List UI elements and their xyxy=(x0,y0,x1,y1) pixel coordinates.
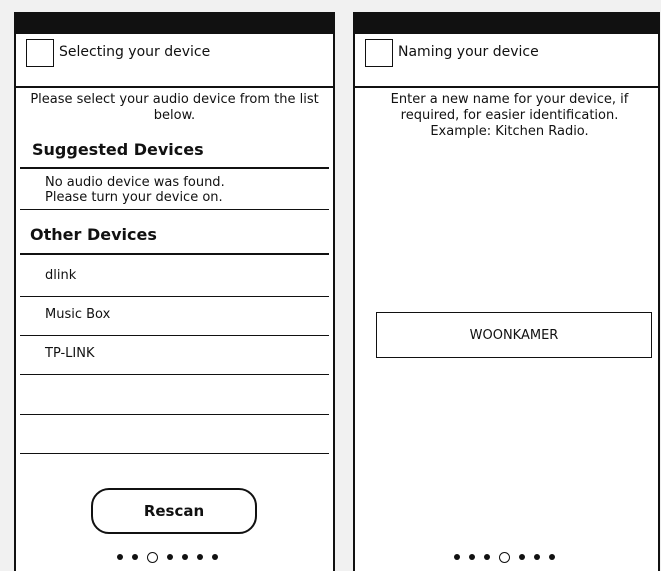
device-list-item-tp-link[interactable]: TP-LINK xyxy=(20,336,329,375)
divider xyxy=(20,167,329,169)
page-title: Naming your device xyxy=(398,44,539,60)
page-dot-current xyxy=(147,551,158,563)
page-dot xyxy=(519,554,525,560)
suggested-devices-header: Suggested Devices xyxy=(32,140,204,159)
device-naming-screen: Naming your device Enter a new name for … xyxy=(353,12,660,571)
divider xyxy=(20,253,329,255)
device-list-item-empty[interactable] xyxy=(20,376,329,415)
back-icon[interactable] xyxy=(26,39,54,67)
divider xyxy=(20,209,329,210)
page-dot xyxy=(484,554,490,560)
page-dot xyxy=(197,554,203,560)
device-name: dlink xyxy=(45,268,77,283)
title-bar: Naming your device xyxy=(355,34,658,88)
title-bar: Selecting your device xyxy=(16,34,333,88)
page-dot xyxy=(117,554,123,560)
page-title: Selecting your device xyxy=(59,44,211,60)
rescan-button[interactable]: Rescan xyxy=(91,488,257,534)
page-dot xyxy=(167,554,173,560)
status-bar xyxy=(16,12,333,34)
no-device-message: No audio device was found. Please turn y… xyxy=(45,175,225,205)
page-dot xyxy=(182,554,188,560)
instructions-text: Please select your audio device from the… xyxy=(30,92,319,123)
device-name: Music Box xyxy=(45,307,111,322)
page-indicator xyxy=(454,549,555,565)
device-list-item-empty[interactable] xyxy=(20,415,329,454)
page-indicator xyxy=(117,549,218,565)
instructions-text: Enter a new name for your device, if req… xyxy=(390,92,629,139)
page-dot xyxy=(534,554,540,560)
device-name-field[interactable]: WOONKAMER xyxy=(376,312,652,358)
other-devices-header: Other Devices xyxy=(30,225,157,244)
device-selection-screen: Selecting your device Please select your… xyxy=(14,12,335,571)
page-dot xyxy=(469,554,475,560)
page-dot xyxy=(549,554,555,560)
device-name: TP-LINK xyxy=(45,346,95,361)
page-dot xyxy=(454,554,460,560)
device-list-item-music-box[interactable]: Music Box xyxy=(20,297,329,336)
status-bar xyxy=(355,12,658,34)
page-dot xyxy=(212,554,218,560)
page-dot xyxy=(132,554,138,560)
back-icon[interactable] xyxy=(365,39,393,67)
page-dot-current xyxy=(499,551,510,563)
device-list-item-dlink[interactable]: dlink xyxy=(20,258,329,297)
